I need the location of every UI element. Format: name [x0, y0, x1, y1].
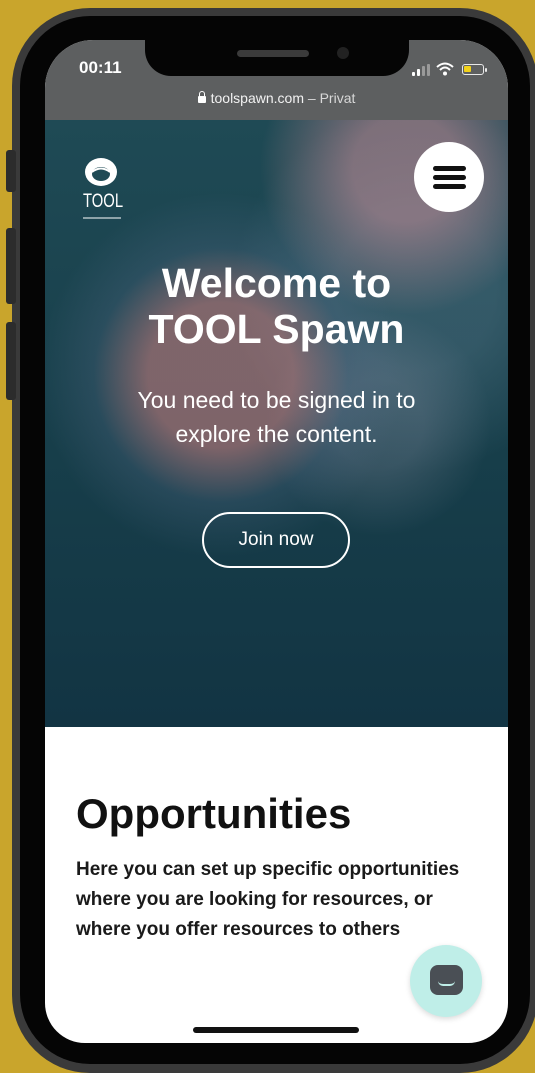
signal-icon	[412, 64, 430, 76]
private-mode-label: Privat	[319, 90, 356, 106]
url-domain: toolspawn.com	[210, 90, 304, 106]
phone-screen: 00:11 toolspawn.com – Privat TOOL Welcom…	[45, 40, 508, 1043]
mute-switch	[6, 150, 16, 192]
logo-text: TOOL	[83, 191, 124, 212]
logo-tagline-line	[83, 217, 121, 219]
opportunities-description: Here you can set up specific opportuniti…	[76, 859, 460, 940]
status-time: 00:11	[79, 58, 122, 77]
hero-subtitle-line2: explore the content.	[175, 421, 378, 447]
hero-title-line2: TOOL Spawn	[148, 306, 405, 352]
url-bar[interactable]: toolspawn.com – Privat	[45, 90, 508, 106]
chat-button[interactable]	[410, 945, 482, 1017]
battery-icon	[462, 64, 487, 75]
notch	[145, 40, 409, 76]
join-now-button[interactable]: Join now	[202, 512, 350, 568]
wifi-icon	[436, 62, 454, 76]
speaker-grille	[237, 50, 309, 57]
chat-icon	[430, 965, 463, 995]
home-indicator[interactable]	[193, 1027, 359, 1033]
logo-mark-icon	[85, 158, 117, 186]
hero-section: TOOL Welcome to TOOL Spawn You need to b…	[45, 120, 508, 727]
hero-subtitle-line1: You need to be signed in to	[137, 387, 416, 413]
opportunities-heading: Opportunities	[76, 790, 352, 837]
menu-button[interactable]	[414, 142, 484, 212]
lock-icon	[197, 91, 206, 103]
hero-title-line1: Welcome to	[161, 260, 392, 306]
front-camera	[337, 47, 349, 59]
volume-down-button	[6, 322, 16, 400]
url-separator: –	[304, 90, 320, 106]
hamburger-icon	[433, 166, 466, 171]
hero-title: Welcome to TOOL Spawn	[45, 260, 508, 352]
hero-subtitle: You need to be signed in to explore the …	[85, 383, 468, 451]
volume-up-button	[6, 228, 16, 304]
status-icons	[398, 62, 488, 76]
